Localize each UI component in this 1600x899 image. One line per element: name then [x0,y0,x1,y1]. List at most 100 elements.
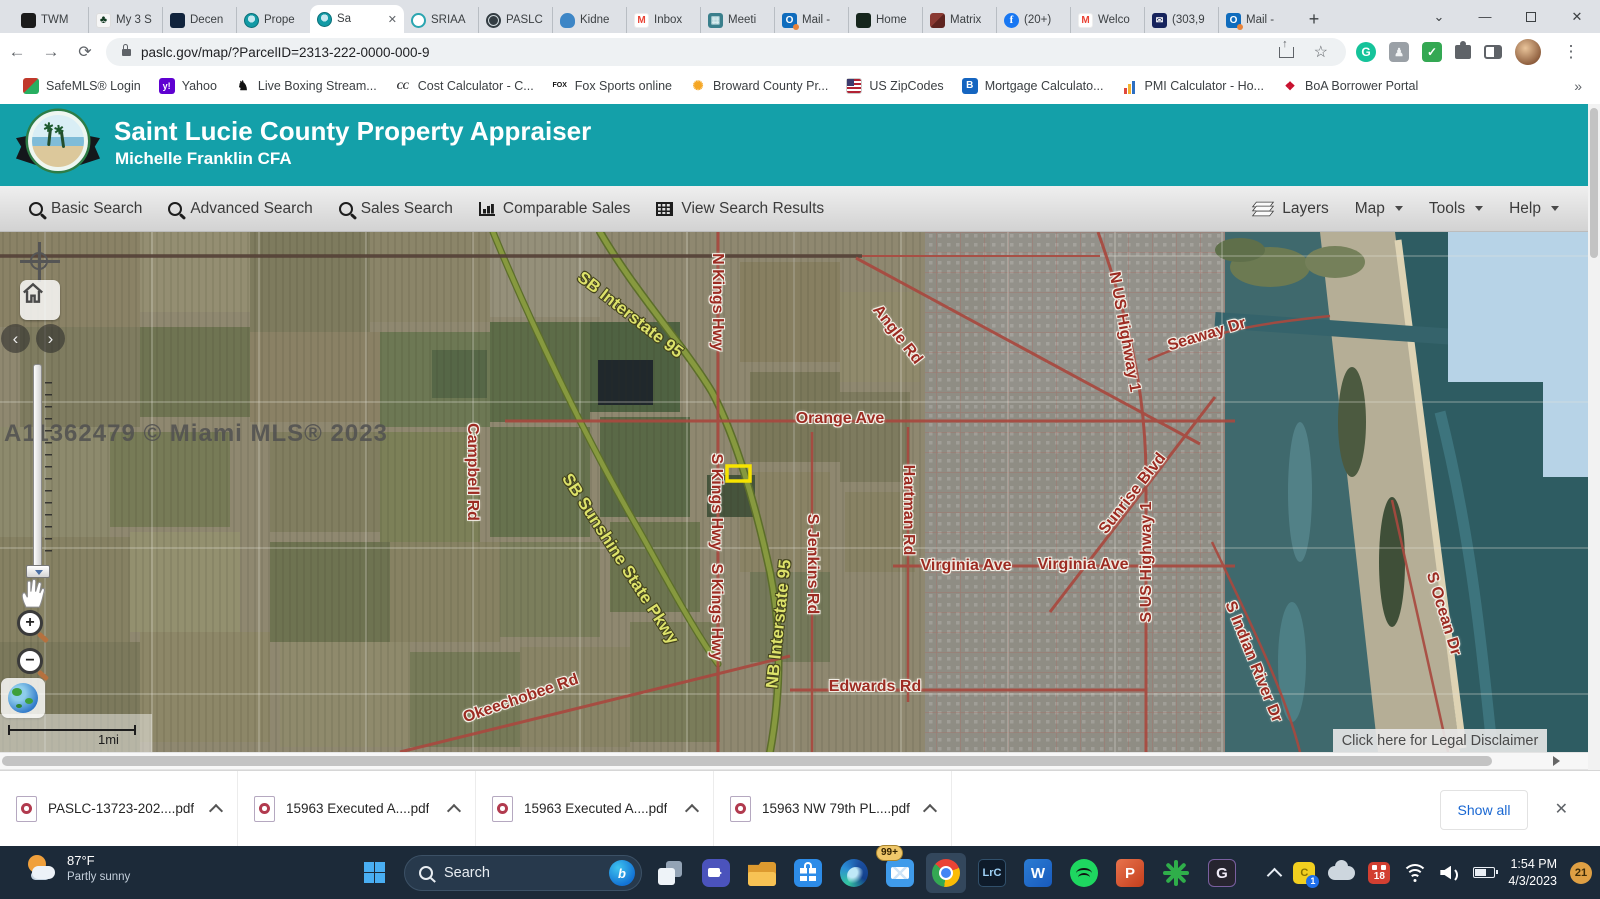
lock-icon[interactable] [122,49,131,56]
browser-tab[interactable]: Mail - [774,7,848,33]
browser-tab[interactable]: Decen [162,7,236,33]
nav-item-comparable-sales[interactable]: Comparable Sales [466,200,644,218]
tray-red-badge-icon[interactable]: 18 [1368,862,1390,884]
taskbar-app-pinwheel[interactable] [1156,853,1196,893]
browser-tab[interactable]: Prope [236,7,310,33]
vertical-scrollbar-thumb[interactable] [1590,108,1598,258]
browser-tab[interactable]: (20+) [996,7,1070,33]
bookmark-item[interactable]: Live Boxing Stream... [226,76,386,96]
taskbar-search-box[interactable]: Search b [404,855,642,891]
side-panel-icon[interactable] [1484,45,1502,59]
back-icon[interactable] [0,42,34,62]
county-logo[interactable] [16,107,100,183]
download-item[interactable]: 15963 Executed A....pdf [238,771,476,846]
tab-close-icon[interactable]: ✕ [388,13,397,26]
reload-icon[interactable] [68,42,102,62]
menu-dots-icon[interactable] [1554,42,1588,62]
taskbar-app-lightroom[interactable]: LrC [972,853,1012,893]
browser-tab[interactable]: TWM [14,7,88,33]
nav-item-help[interactable]: Help [1496,200,1572,218]
nav-item-sales-search[interactable]: Sales Search [326,200,466,218]
notification-count-badge[interactable]: 21 [1570,862,1592,884]
download-expand-chevron-icon[interactable] [209,804,223,818]
vertical-scrollbar[interactable] [1588,104,1600,770]
browser-tab[interactable]: Mail - [1218,7,1292,33]
bookmark-item[interactable]: PMI Calculator - Ho... [1113,76,1273,96]
bookmark-item[interactable]: Fox Sports online [543,76,681,96]
browser-tab[interactable]: (303,9 [1144,7,1218,33]
nav-item-layers[interactable]: Layers [1241,200,1342,218]
onedrive-icon[interactable] [1328,866,1355,880]
taskbar-app-microsoft-store[interactable] [788,853,828,893]
profile-avatar[interactable] [1515,39,1541,65]
zoom-in-button[interactable]: + [17,610,43,636]
horizontal-scrollbar[interactable] [0,752,1600,770]
bookmark-item[interactable]: Mortgage Calculato... [953,76,1113,96]
bookmark-item[interactable]: Cost Calculator - C... [386,76,543,96]
maximize-button[interactable] [1508,0,1554,33]
map-viewport[interactable]: SB Interstate 95N Kings HwyAngle RdOrang… [0,232,1588,752]
minimize-button[interactable]: — [1462,0,1508,33]
download-item[interactable]: PASLC-13723-202....pdf [0,771,238,846]
browser-tab[interactable]: My 3 S [88,7,162,33]
bookmark-item[interactable]: SafeMLS® Login [14,76,150,96]
nav-item-advanced-search[interactable]: Advanced Search [155,200,325,218]
weather-widget[interactable]: 87°F Partly sunny [26,853,130,885]
taskbar-app-spotify[interactable] [1064,853,1104,893]
clock-widget[interactable]: 1:54 PM 4/3/2023 [1508,856,1557,890]
satellite-imagery[interactable] [0,232,1588,752]
home-extent-button[interactable] [20,280,60,320]
taskbar-app-edge[interactable] [834,853,874,893]
downloads-close-icon[interactable]: ✕ [1555,799,1568,819]
battery-icon[interactable] [1473,867,1495,878]
bookmark-item[interactable]: Broward County Pr... [681,76,837,96]
taskbar-app-task-view[interactable] [650,853,690,893]
new-tab-button[interactable]: + [1300,5,1328,33]
address-bar[interactable]: paslc.gov/map/?ParcelID=2313-222-0000-00… [106,38,1346,66]
tab-search-icon[interactable]: ⌄ [1416,0,1462,33]
browser-tab[interactable]: Home [848,7,922,33]
forward-icon[interactable] [34,42,68,62]
pan-hand-icon[interactable] [16,576,50,610]
browser-tab[interactable]: Sa✕ [310,5,404,33]
volume-icon[interactable] [1440,865,1460,881]
bookmark-item[interactable]: BoA Borrower Portal [1273,76,1427,96]
previous-extent-button[interactable]: ‹ [1,324,30,353]
browser-tab[interactable]: PASLC [478,7,552,33]
browser-tab[interactable]: SRIAA [404,7,478,33]
bing-icon[interactable]: b [609,860,635,886]
download-item[interactable]: 15963 NW 79th PL....pdf [714,771,952,846]
bookmark-star-icon[interactable] [1314,42,1328,62]
scroll-right-arrow[interactable] [1553,756,1560,766]
wifi-icon[interactable] [1403,864,1427,882]
browser-tab[interactable]: Kidne [552,7,626,33]
browser-tab[interactable]: Matrix [922,7,996,33]
download-item[interactable]: 15963 Executed A....pdf [476,771,714,846]
extensions-puzzle-icon[interactable] [1455,45,1471,59]
bookmark-item[interactable]: Yahoo [150,76,226,96]
horizontal-scrollbar-thumb[interactable] [2,756,1492,766]
tray-yellow-app-icon[interactable]: C 1 [1293,862,1315,884]
next-extent-button[interactable]: › [36,324,65,353]
nav-item-basic-search[interactable]: Basic Search [16,200,155,218]
zoom-slider-track[interactable] [33,364,42,568]
url-text[interactable]: paslc.gov/map/?ParcelID=2313-222-0000-00… [141,45,1269,60]
browser-tab[interactable]: Welco [1070,7,1144,33]
show-all-downloads-button[interactable]: Show all [1440,790,1528,830]
compass-icon[interactable] [20,242,60,282]
gray-extension-icon[interactable] [1389,42,1409,62]
taskbar-app-file-explorer[interactable] [742,853,782,893]
browser-tab[interactable]: Inbox [626,7,700,33]
taskbar-app-chrome[interactable] [926,853,966,893]
taskbar-app-g-app[interactable]: G [1202,853,1242,893]
hidden-icons-chevron[interactable] [1267,867,1283,883]
browser-tab[interactable]: Meeti [700,7,774,33]
close-button[interactable]: ✕ [1554,0,1600,33]
taskbar-app-teams[interactable] [696,853,736,893]
taskbar-app-word[interactable]: W [1018,853,1058,893]
nav-item-tools[interactable]: Tools [1416,200,1496,218]
legal-disclaimer-link[interactable]: Click here for Legal Disclaimer [1333,729,1547,752]
download-expand-chevron-icon[interactable] [685,804,699,818]
bookmarks-overflow-icon[interactable]: » [1574,78,1582,94]
nav-item-map[interactable]: Map [1342,200,1416,218]
